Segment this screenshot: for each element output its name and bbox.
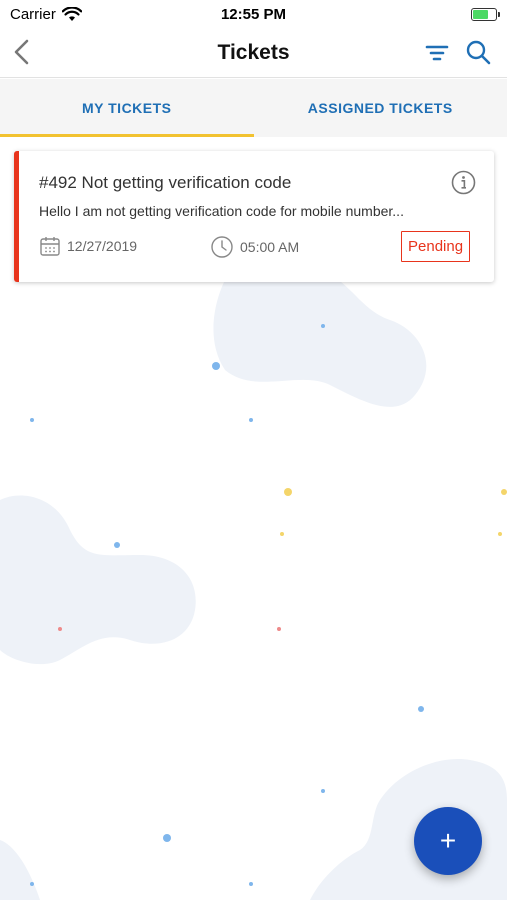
carrier-label: Carrier bbox=[10, 5, 56, 23]
tab-label: ASSIGNED TICKETS bbox=[307, 100, 453, 116]
ticket-time: 05:00 AM bbox=[210, 235, 299, 259]
ticket-date: 12/27/2019 bbox=[39, 235, 137, 257]
ticket-date-value: 12/27/2019 bbox=[67, 238, 138, 254]
info-icon[interactable] bbox=[451, 170, 476, 195]
tab-bar: MY TICKETS ASSIGNED TICKETS bbox=[0, 79, 507, 137]
add-ticket-button[interactable]: + bbox=[414, 807, 482, 875]
search-icon[interactable] bbox=[465, 39, 491, 65]
calendar-icon bbox=[40, 237, 60, 256]
filter-icon[interactable] bbox=[425, 41, 449, 65]
clock-icon bbox=[211, 236, 233, 258]
ticket-title: #492 Not getting verification code bbox=[39, 173, 292, 192]
chevron-left-icon[interactable] bbox=[10, 38, 34, 66]
battery-icon bbox=[471, 7, 500, 21]
header: Tickets bbox=[0, 28, 507, 78]
tab-label: MY TICKETS bbox=[81, 100, 172, 116]
ticket-description: Hello I am not getting verification code… bbox=[39, 203, 404, 219]
status-bar: Carrier 12:55 PM bbox=[0, 0, 507, 28]
ticket-time-value: 05:00 AM bbox=[240, 239, 300, 255]
wifi-icon bbox=[61, 6, 82, 21]
status-left: Carrier bbox=[10, 6, 82, 23]
plus-icon: + bbox=[439, 825, 457, 856]
tab-my-tickets[interactable]: MY TICKETS bbox=[0, 79, 254, 137]
page-title: Tickets bbox=[217, 40, 290, 64]
ticket-card[interactable]: #492 Not getting verification code Hello… bbox=[14, 151, 494, 282]
status-badge: Pending bbox=[401, 231, 471, 262]
tab-assigned-tickets[interactable]: ASSIGNED TICKETS bbox=[254, 79, 507, 137]
